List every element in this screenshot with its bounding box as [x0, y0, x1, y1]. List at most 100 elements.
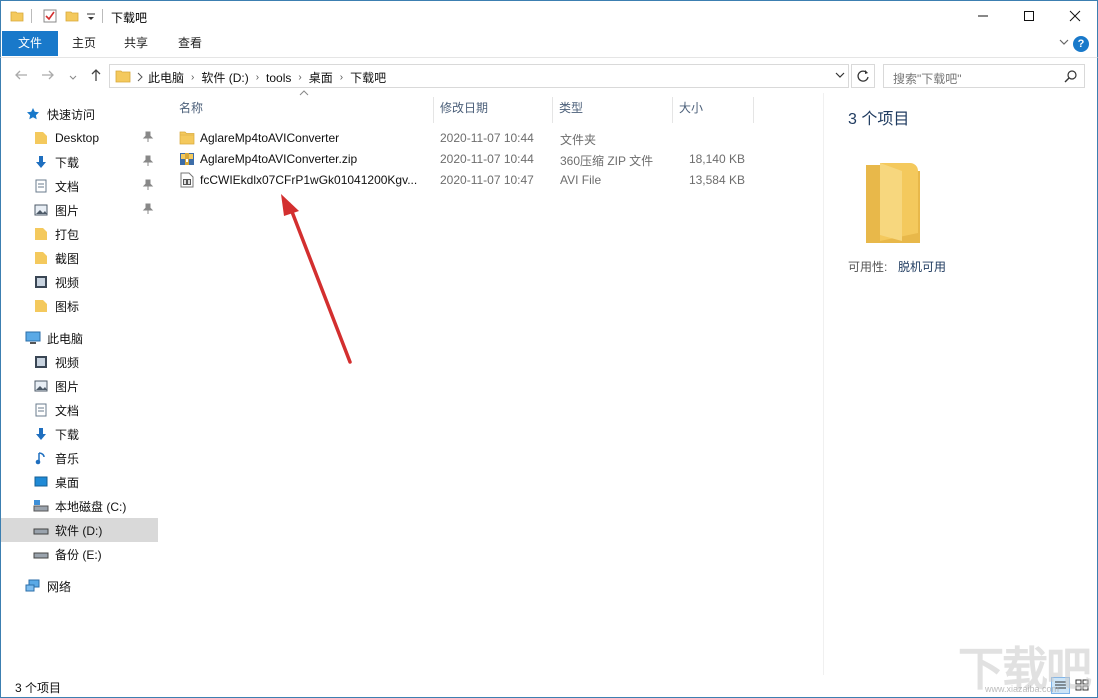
folder-icon: [33, 298, 49, 314]
nav-label: 图片: [55, 379, 80, 394]
nav-item-pc-desktop[interactable]: 桌面: [1, 470, 158, 494]
refresh-button[interactable]: [851, 64, 875, 88]
document-icon: [33, 178, 49, 194]
chevron-down-icon[interactable]: [1058, 36, 1070, 51]
file-name[interactable]: AglareMp4toAVIConverter.zip: [200, 152, 357, 166]
breadcrumb-this-pc[interactable]: 此电脑: [148, 69, 184, 86]
folder-icon: [179, 130, 195, 149]
address-bar[interactable]: 此电脑 › 软件 (D:) › tools › 桌面 › 下载吧: [109, 64, 849, 88]
nav-item-pc-documents[interactable]: 文档: [1, 398, 158, 422]
nav-item-pc-music[interactable]: 音乐: [1, 446, 158, 470]
nav-item-pc-pictures[interactable]: 图片: [1, 374, 158, 398]
column-divider[interactable]: [753, 97, 754, 123]
tab-file[interactable]: 文件: [2, 31, 58, 56]
nav-item-pictures[interactable]: 图片: [1, 198, 158, 222]
column-header-name[interactable]: 名称: [173, 97, 433, 121]
window-title: 下载吧: [111, 11, 148, 25]
chevron-right-icon[interactable]: ›: [298, 72, 301, 83]
new-folder-icon[interactable]: [65, 7, 79, 25]
search-icon[interactable]: [1064, 69, 1078, 86]
nav-item-screenshots[interactable]: 截图: [1, 246, 158, 270]
help-icon[interactable]: ?: [1073, 36, 1089, 52]
pin-icon[interactable]: [142, 203, 154, 218]
nav-this-pc[interactable]: 此电脑: [1, 326, 158, 350]
nav-label: 下载: [55, 155, 80, 170]
file-type: 360压缩 ZIP 文件: [560, 154, 654, 168]
nav-item-desktop[interactable]: Desktop: [1, 126, 158, 150]
address-row: 此电脑 › 软件 (D:) › tools › 桌面 › 下载吧 搜索"下载吧": [0, 57, 1098, 93]
minimize-button[interactable]: [960, 1, 1006, 31]
status-item-count: 3 个项目: [15, 681, 62, 695]
up-arrow-icon[interactable]: [89, 68, 103, 85]
chevron-right-icon[interactable]: ›: [191, 72, 194, 83]
quick-access-dropdown-icon[interactable]: [86, 7, 96, 25]
status-bar: 3 个项目: [0, 675, 1098, 698]
properties-icon[interactable]: [43, 7, 57, 25]
back-arrow-icon[interactable]: [14, 68, 28, 85]
tab-share[interactable]: 共享: [113, 31, 159, 56]
picture-icon: [33, 378, 49, 394]
file-date: 2020-11-07 10:44: [440, 152, 534, 166]
navigation-pane: 快速访问 Desktop 下载 文档 图片 打包 截图 视频 图标 此电脑 视频…: [1, 93, 159, 675]
file-row[interactable]: AglareMp4toAVIConverter 2020-11-07 10:44…: [167, 128, 763, 149]
nav-item-icons[interactable]: 图标: [1, 294, 158, 318]
star-icon: [25, 106, 41, 122]
nav-label: 下载: [55, 427, 80, 442]
forward-arrow-icon[interactable]: [41, 68, 55, 85]
nav-item-pc-videos[interactable]: 视频: [1, 350, 158, 374]
pin-icon[interactable]: [142, 155, 154, 170]
breadcrumb-xiazaiba[interactable]: 下载吧: [350, 69, 386, 86]
file-size: 18,140 KB: [688, 152, 745, 166]
column-header-type[interactable]: 类型: [553, 97, 672, 121]
folder-icon: [115, 68, 131, 87]
tab-view[interactable]: 查看: [167, 31, 213, 56]
nav-item-videos[interactable]: 视频: [1, 270, 158, 294]
nav-item-dabao[interactable]: 打包: [1, 222, 158, 246]
video-icon: [33, 274, 49, 290]
file-row[interactable]: AglareMp4toAVIConverter.zip 2020-11-07 1…: [167, 149, 763, 170]
file-date: 2020-11-07 10:44: [440, 131, 534, 145]
availability-value: 脱机可用: [898, 260, 947, 274]
search-input[interactable]: 搜索"下载吧": [883, 64, 1085, 88]
picture-icon: [33, 202, 49, 218]
chevron-right-icon[interactable]: [136, 71, 144, 85]
nav-item-documents[interactable]: 文档: [1, 174, 158, 198]
divider: [31, 9, 32, 23]
nav-label: 文档: [55, 403, 80, 418]
title-bar: 下载吧: [0, 0, 1098, 31]
file-date: 2020-11-07 10:47: [440, 173, 534, 187]
chevron-right-icon[interactable]: ›: [256, 72, 259, 83]
file-name[interactable]: fcCWIEkdlx07CFrP1wGk01041200Kgv...: [200, 173, 417, 187]
breadcrumb-drive-d[interactable]: 软件 (D:): [201, 69, 248, 86]
nav-label: 文档: [55, 179, 80, 194]
recent-locations-icon[interactable]: [68, 70, 78, 86]
breadcrumb-tools[interactable]: tools: [266, 71, 291, 85]
chevron-right-icon[interactable]: ›: [340, 72, 343, 83]
file-type: 文件夹: [560, 133, 597, 147]
nav-label: 音乐: [55, 451, 80, 466]
watermark-url: www.xiazaiba.com: [985, 684, 1060, 694]
column-header-size[interactable]: 大小: [673, 97, 753, 121]
nav-item-drive-c[interactable]: 本地磁盘 (C:): [1, 494, 158, 518]
nav-label: 备份 (E:): [55, 547, 102, 562]
tab-home[interactable]: 主页: [61, 31, 107, 56]
breadcrumb: 此电脑 › 软件 (D:) › tools › 桌面 › 下载吧: [148, 69, 386, 86]
nav-item-downloads[interactable]: 下载: [1, 150, 158, 174]
file-name[interactable]: AglareMp4toAVIConverter: [200, 131, 339, 145]
network-icon: [25, 578, 41, 594]
large-folder-icon: [860, 157, 926, 250]
pin-icon[interactable]: [142, 131, 154, 146]
chevron-down-icon[interactable]: [834, 69, 846, 84]
nav-item-drive-d[interactable]: 软件 (D:): [1, 518, 158, 542]
nav-network[interactable]: 网络: [1, 574, 158, 598]
close-button[interactable]: [1052, 1, 1098, 31]
breadcrumb-desktop[interactable]: 桌面: [309, 69, 333, 86]
nav-quick-access[interactable]: 快速访问: [1, 102, 158, 126]
pin-icon[interactable]: [142, 179, 154, 194]
nav-item-pc-downloads[interactable]: 下载: [1, 422, 158, 446]
nav-item-drive-e[interactable]: 备份 (E:): [1, 542, 158, 566]
file-row[interactable]: fcCWIEkdlx07CFrP1wGk01041200Kgv... 2020-…: [167, 170, 763, 191]
maximize-button[interactable]: [1006, 1, 1052, 31]
ribbon-tabs: 文件 主页 共享 查看 ?: [0, 31, 1098, 57]
column-header-date[interactable]: 修改日期: [434, 97, 552, 121]
